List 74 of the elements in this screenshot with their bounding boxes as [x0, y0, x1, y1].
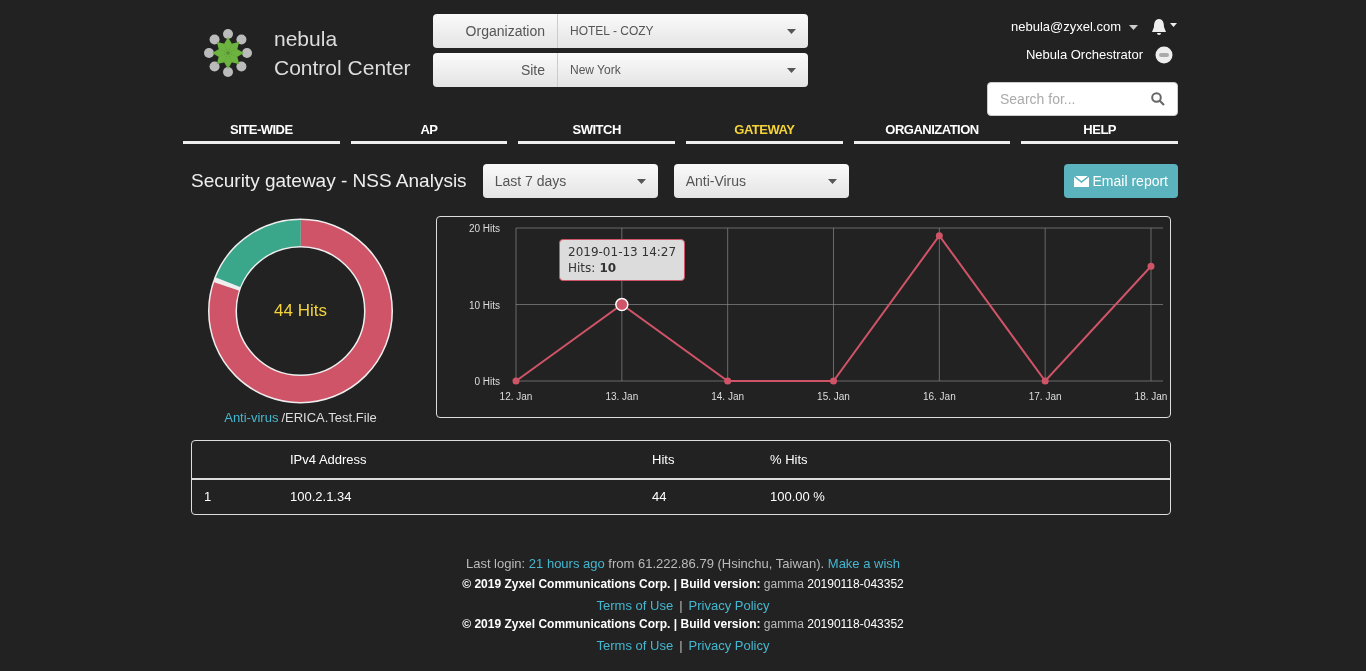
table-cell-text: 100.00 %	[770, 488, 826, 507]
axis-tick-label: 17. Jan	[1028, 391, 1062, 402]
logo-icon	[204, 29, 252, 77]
bell-icon[interactable]	[1150, 17, 1178, 37]
caret-icon	[1129, 24, 1138, 30]
selector-value: New York	[570, 62, 621, 79]
data-point	[1147, 262, 1155, 270]
selector-label: Site	[433, 53, 558, 87]
column-header: % Hits	[770, 441, 1170, 480]
user-email[interactable]: nebula@zyxel.com	[1010, 17, 1138, 37]
axis-tick-label: 0 Hits	[474, 376, 500, 387]
selector-value: HOTEL - COZY	[570, 23, 654, 40]
axis-tick-label: 12. Jan	[499, 391, 533, 402]
privacy-link[interactable]: Privacy Policy	[688, 599, 770, 613]
data-point	[935, 232, 943, 240]
nav-tab[interactable]: HELP	[1021, 118, 1179, 144]
table-cell-text: 1	[203, 488, 213, 507]
tooltip-value: 10	[599, 260, 617, 276]
search-input[interactable]: Search for...	[1000, 88, 1151, 110]
page-title: Security gateway - NSS Analysis	[191, 168, 467, 193]
nav-tab[interactable]: AP	[350, 118, 508, 144]
donut-center-label: 44 Hits	[274, 300, 327, 323]
build-info-text: © 2019 Zyxel Communications Corp. | Build version: gamma 20190118-043352	[462, 577, 904, 591]
caret-icon	[827, 178, 837, 184]
search-icon	[1151, 92, 1165, 106]
terms-link[interactable]: Terms of Use	[596, 639, 674, 653]
data-point	[1041, 377, 1049, 385]
nav-tab[interactable]: GATEWAY	[686, 118, 843, 144]
tooltip-label: Hits:	[568, 260, 596, 276]
data-point	[830, 377, 837, 385]
selector-label: Organization	[433, 14, 558, 48]
envelope-icon	[1073, 175, 1089, 187]
data-point	[512, 377, 520, 385]
filter-dropdown[interactable]: Anti-Virus	[673, 164, 849, 198]
table-cell-text: 100.2.1.34	[290, 488, 353, 507]
filter-dropdown[interactable]: Last 7 days	[482, 164, 658, 198]
axis-tick-label: 13. Jan	[605, 391, 639, 402]
build-info-text: © 2019 Zyxel Communications Corp. | Build version: gamma 20190118-043352	[462, 617, 904, 631]
column-header: IPv4 Address	[290, 441, 652, 480]
data-point	[615, 297, 629, 312]
selector-field[interactable]: Site New York	[433, 53, 808, 87]
axis-tick-label: 16. Jan	[922, 391, 956, 402]
legend-link[interactable]: Anti-virus	[224, 410, 279, 426]
separator-text: |	[679, 639, 683, 653]
nav-tab[interactable]: SWITCH	[518, 118, 675, 144]
legend-text: /ERICA.Test.File	[281, 410, 377, 426]
dropdown-value: Last 7 days	[494, 171, 567, 191]
axis-tick-label: 10 Hits	[468, 299, 500, 311]
caret-icon	[636, 178, 646, 184]
orchestrator-label: Nebula Orchestrator	[1025, 46, 1143, 65]
selector-field[interactable]: Organization HOTEL - COZY	[433, 14, 808, 48]
nav-tab[interactable]: SITE-WIDE	[183, 118, 340, 144]
search-field[interactable]: Search for...	[987, 82, 1178, 116]
tooltip-time: 2019-01-13 14:27	[568, 244, 677, 260]
login-time-link[interactable]: 21 hours ago	[528, 556, 605, 571]
make-a-wish-link[interactable]: Make a wish	[827, 556, 901, 571]
axis-tick-label: 18. Jan	[1134, 391, 1168, 402]
caret-icon	[787, 67, 796, 73]
data-point	[724, 377, 732, 385]
caret-icon	[787, 28, 796, 34]
axis-tick-label: 15. Jan	[817, 391, 850, 402]
axis-tick-label: 20 Hits	[468, 223, 500, 234]
dropdown-value: Anti-Virus	[685, 171, 747, 191]
last-login-text: Last login: 21 hours ago from 61.222.86.79 (Hsinchu, Taiwan). Make a wish	[465, 555, 901, 573]
privacy-link[interactable]: Privacy Policy	[688, 639, 770, 653]
table-cell-text: 44	[652, 488, 668, 507]
logo-text: nebula	[274, 26, 339, 52]
nav-tab[interactable]: ORGANIZATION	[853, 118, 1011, 144]
terms-link[interactable]: Terms of Use	[596, 599, 674, 613]
axis-tick-label: 14. Jan	[711, 391, 745, 402]
logo-text: Control Center	[274, 55, 411, 81]
separator-text: |	[679, 599, 683, 613]
toggle-icon[interactable]	[1155, 46, 1173, 64]
column-header: Hits	[652, 441, 770, 480]
